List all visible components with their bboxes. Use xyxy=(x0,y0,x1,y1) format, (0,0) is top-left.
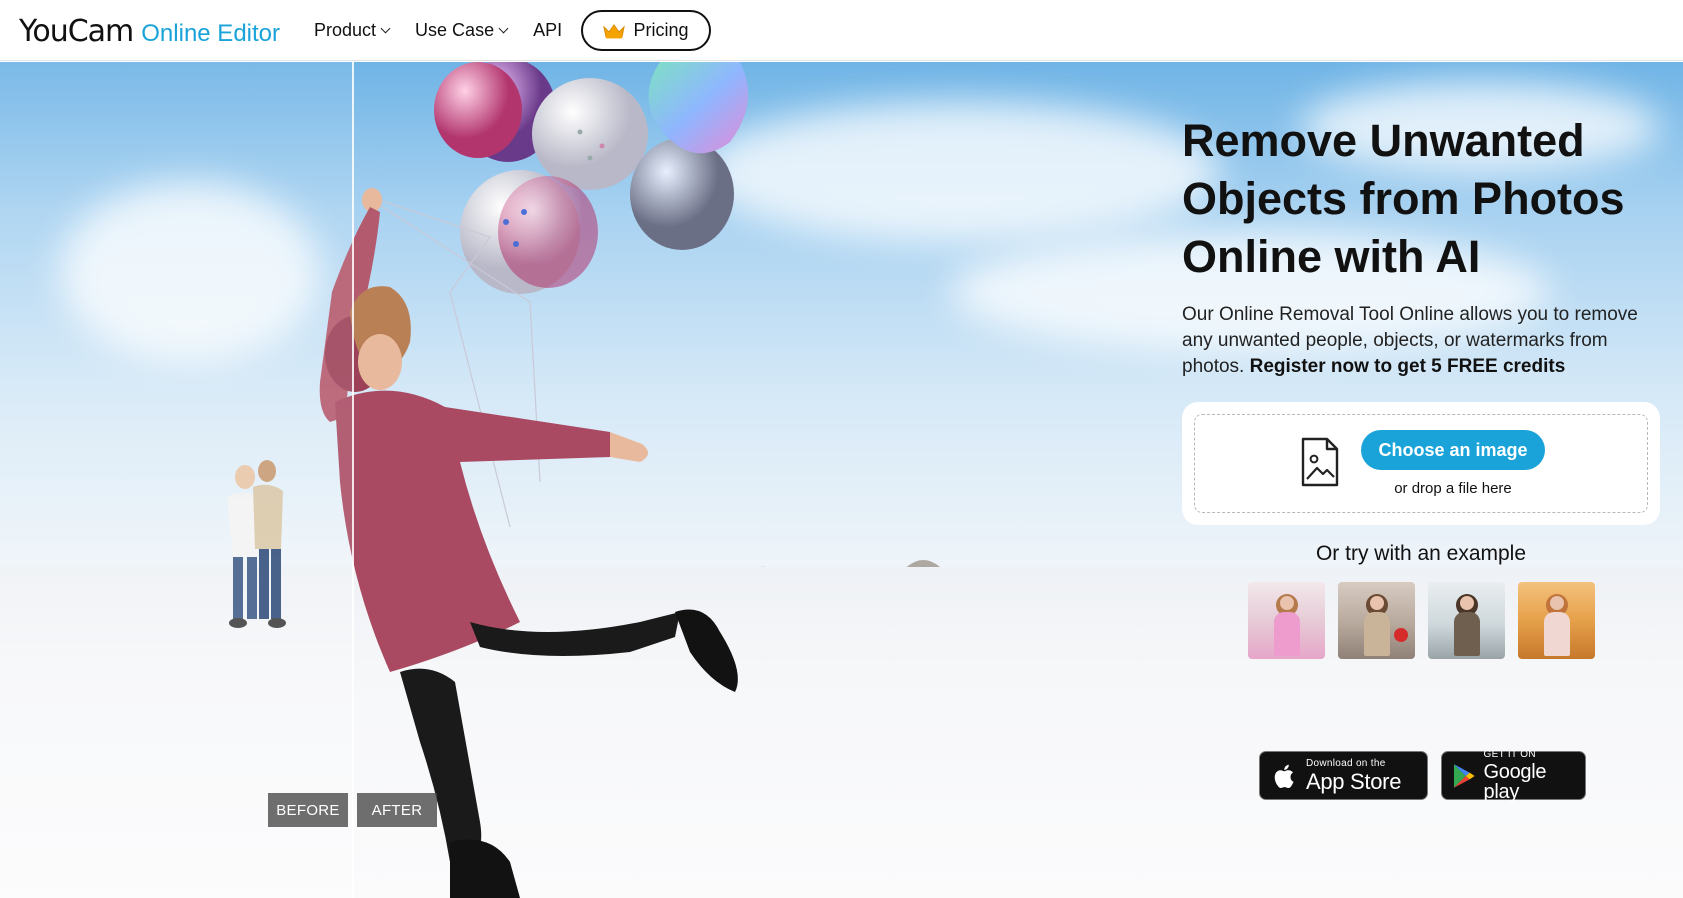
upload-card[interactable]: Choose an image or drop a file here xyxy=(1182,402,1660,525)
top-navbar: YouCam Online Editor Product Use Case AP… xyxy=(0,0,1683,61)
logo-main-text: YouCam xyxy=(19,14,134,49)
choose-image-button[interactable]: Choose an image xyxy=(1361,430,1545,470)
after-tag: AFTER xyxy=(357,793,437,827)
description-cta: Register now to get 5 FREE credits xyxy=(1249,356,1566,377)
pricing-button[interactable]: Pricing xyxy=(581,10,711,51)
before-overlay xyxy=(0,62,353,898)
before-tag: BEFORE xyxy=(268,793,348,827)
example-thumbnail-2[interactable] xyxy=(1338,582,1415,659)
nav-use-case[interactable]: Use Case xyxy=(415,20,509,41)
example-person xyxy=(1274,594,1300,656)
app-store-badge[interactable]: Download on the App Store xyxy=(1259,751,1428,800)
apple-icon xyxy=(1274,764,1294,788)
google-play-badge[interactable]: GET IT ON Google play xyxy=(1441,748,1586,803)
nav-api[interactable]: API xyxy=(533,20,562,41)
example-thumbnail-3[interactable] xyxy=(1428,582,1505,659)
page-title: Remove Unwanted Objects from Photos Onli… xyxy=(1182,115,1625,282)
try-example-title: Or try with an example xyxy=(1315,542,1527,565)
app-store-big-text: App Store xyxy=(1306,768,1402,794)
woman-with-balloons-figure xyxy=(319,188,738,898)
google-play-icon xyxy=(1453,763,1475,788)
app-store-text: Download on the App Store xyxy=(1306,757,1402,794)
before-after-slider-handle[interactable] xyxy=(352,62,354,898)
image-file-icon xyxy=(1301,437,1339,487)
stop-sign-icon xyxy=(1394,628,1408,642)
crown-icon xyxy=(603,23,626,38)
app-store-small-text: Download on the xyxy=(1306,757,1386,769)
pricing-label: Pricing xyxy=(633,20,689,40)
google-play-big-text: Google play xyxy=(1483,760,1547,803)
main-nav: Product Use Case API xyxy=(314,0,588,61)
page-description: Our Online Removal Tool Online allows yo… xyxy=(1182,302,1662,380)
example-person xyxy=(1364,594,1390,656)
google-play-small-text: GET IT ON xyxy=(1483,748,1536,760)
drop-zone[interactable]: Choose an image or drop a file here xyxy=(1194,414,1648,513)
google-play-text: GET IT ON Google play xyxy=(1483,748,1585,803)
nav-use-case-label: Use Case xyxy=(415,20,495,40)
example-thumbnail-4[interactable] xyxy=(1518,582,1595,659)
chevron-down-icon xyxy=(380,23,391,34)
example-person xyxy=(1454,594,1480,656)
example-thumbnails xyxy=(1248,582,1608,659)
app-store-badges: Download on the App Store GET IT ON Goog… xyxy=(1259,748,1599,803)
chevron-down-icon xyxy=(498,23,509,34)
drop-file-hint: or drop a file here xyxy=(1394,480,1512,497)
example-thumbnail-1[interactable] xyxy=(1248,582,1325,659)
youcam-logo[interactable]: YouCam Online Editor xyxy=(19,14,280,49)
logo-sub-text: Online Editor xyxy=(141,20,281,47)
nav-api-label: API xyxy=(533,20,563,40)
nav-product-label: Product xyxy=(314,20,377,40)
nav-product[interactable]: Product xyxy=(314,20,391,41)
example-person xyxy=(1544,594,1570,656)
